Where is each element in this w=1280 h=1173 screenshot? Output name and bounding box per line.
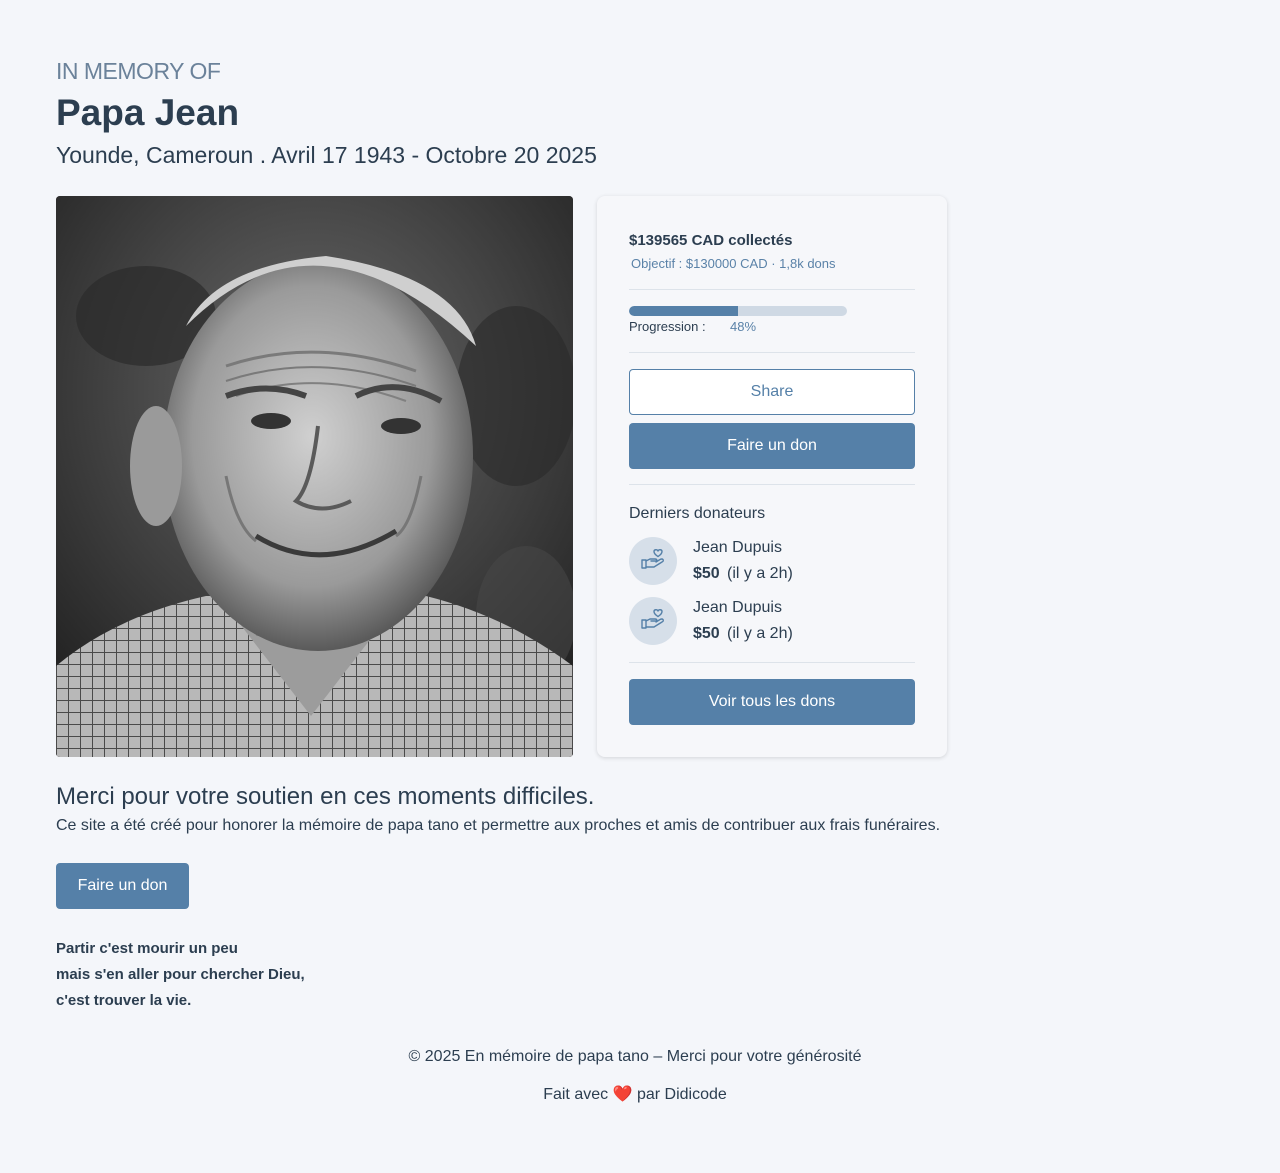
avatar bbox=[629, 537, 677, 585]
amount-raised: $139565 CAD collectés bbox=[629, 232, 793, 249]
poem: Partir c'est mourir un peu mais s'en all… bbox=[56, 936, 305, 1014]
footer-author[interactable]: par Didicode bbox=[637, 1086, 727, 1103]
divider bbox=[629, 484, 915, 485]
donor-name: Jean Dupuis bbox=[693, 599, 782, 616]
donor-time: (il y a 2h) bbox=[727, 565, 793, 582]
divider bbox=[629, 289, 915, 290]
description: Ce site a été créé pour honorer la mémoi… bbox=[56, 817, 941, 834]
progress-bar bbox=[629, 306, 847, 316]
poem-line: c'est trouver la vie. bbox=[56, 992, 192, 1009]
donor-name: Jean Dupuis bbox=[693, 539, 782, 556]
heart-icon: ❤️ bbox=[612, 1086, 633, 1103]
donor-amount: $50 bbox=[693, 625, 720, 642]
memorial-photo bbox=[56, 196, 573, 757]
donor-item: Jean Dupuis $50 (il y a 2h) bbox=[629, 537, 909, 587]
progress-value: 48% bbox=[730, 319, 757, 334]
hand-heart-icon bbox=[640, 548, 666, 575]
avatar bbox=[629, 597, 677, 645]
poem-line: Partir c'est mourir un peu bbox=[56, 940, 238, 957]
donor-time: (il y a 2h) bbox=[727, 625, 793, 642]
footer-made-with: Fait avec bbox=[543, 1086, 609, 1103]
progress-bar-fill bbox=[629, 306, 738, 316]
divider bbox=[629, 662, 915, 663]
share-button[interactable]: Share bbox=[629, 369, 915, 415]
donor-amount: $50 bbox=[693, 565, 720, 582]
thanks-heading: Merci pour votre soutien en ces moments … bbox=[56, 783, 595, 810]
donation-card: $139565 CAD collectés Objectif : $130000… bbox=[597, 196, 947, 757]
portrait-image bbox=[56, 196, 573, 757]
donate-button-main[interactable]: Faire un don bbox=[56, 863, 189, 909]
eyebrow: IN MEMORY OF bbox=[56, 58, 221, 84]
location-dates: Younde, Cameroun . Avril 17 1943 - Octob… bbox=[56, 142, 597, 168]
donor-item: Jean Dupuis $50 (il y a 2h) bbox=[629, 597, 909, 647]
goal-summary: Objectif : $130000 CAD · 1,8k dons bbox=[631, 256, 836, 271]
divider bbox=[629, 352, 915, 353]
poem-line: mais s'en aller pour chercher Dieu, bbox=[56, 966, 305, 983]
progress-label: Progression : bbox=[629, 319, 706, 334]
hand-heart-icon bbox=[640, 608, 666, 635]
page-title: Papa Jean bbox=[56, 92, 240, 133]
footer-credit: Fait avec ❤️ par Didicode bbox=[0, 1084, 1270, 1104]
donors-title: Derniers donateurs bbox=[629, 505, 766, 522]
see-all-donations-button[interactable]: Voir tous les dons bbox=[629, 679, 915, 725]
donate-button[interactable]: Faire un don bbox=[629, 423, 915, 469]
footer-copyright: © 2025 En mémoire de papa tano – Merci p… bbox=[408, 1048, 862, 1065]
